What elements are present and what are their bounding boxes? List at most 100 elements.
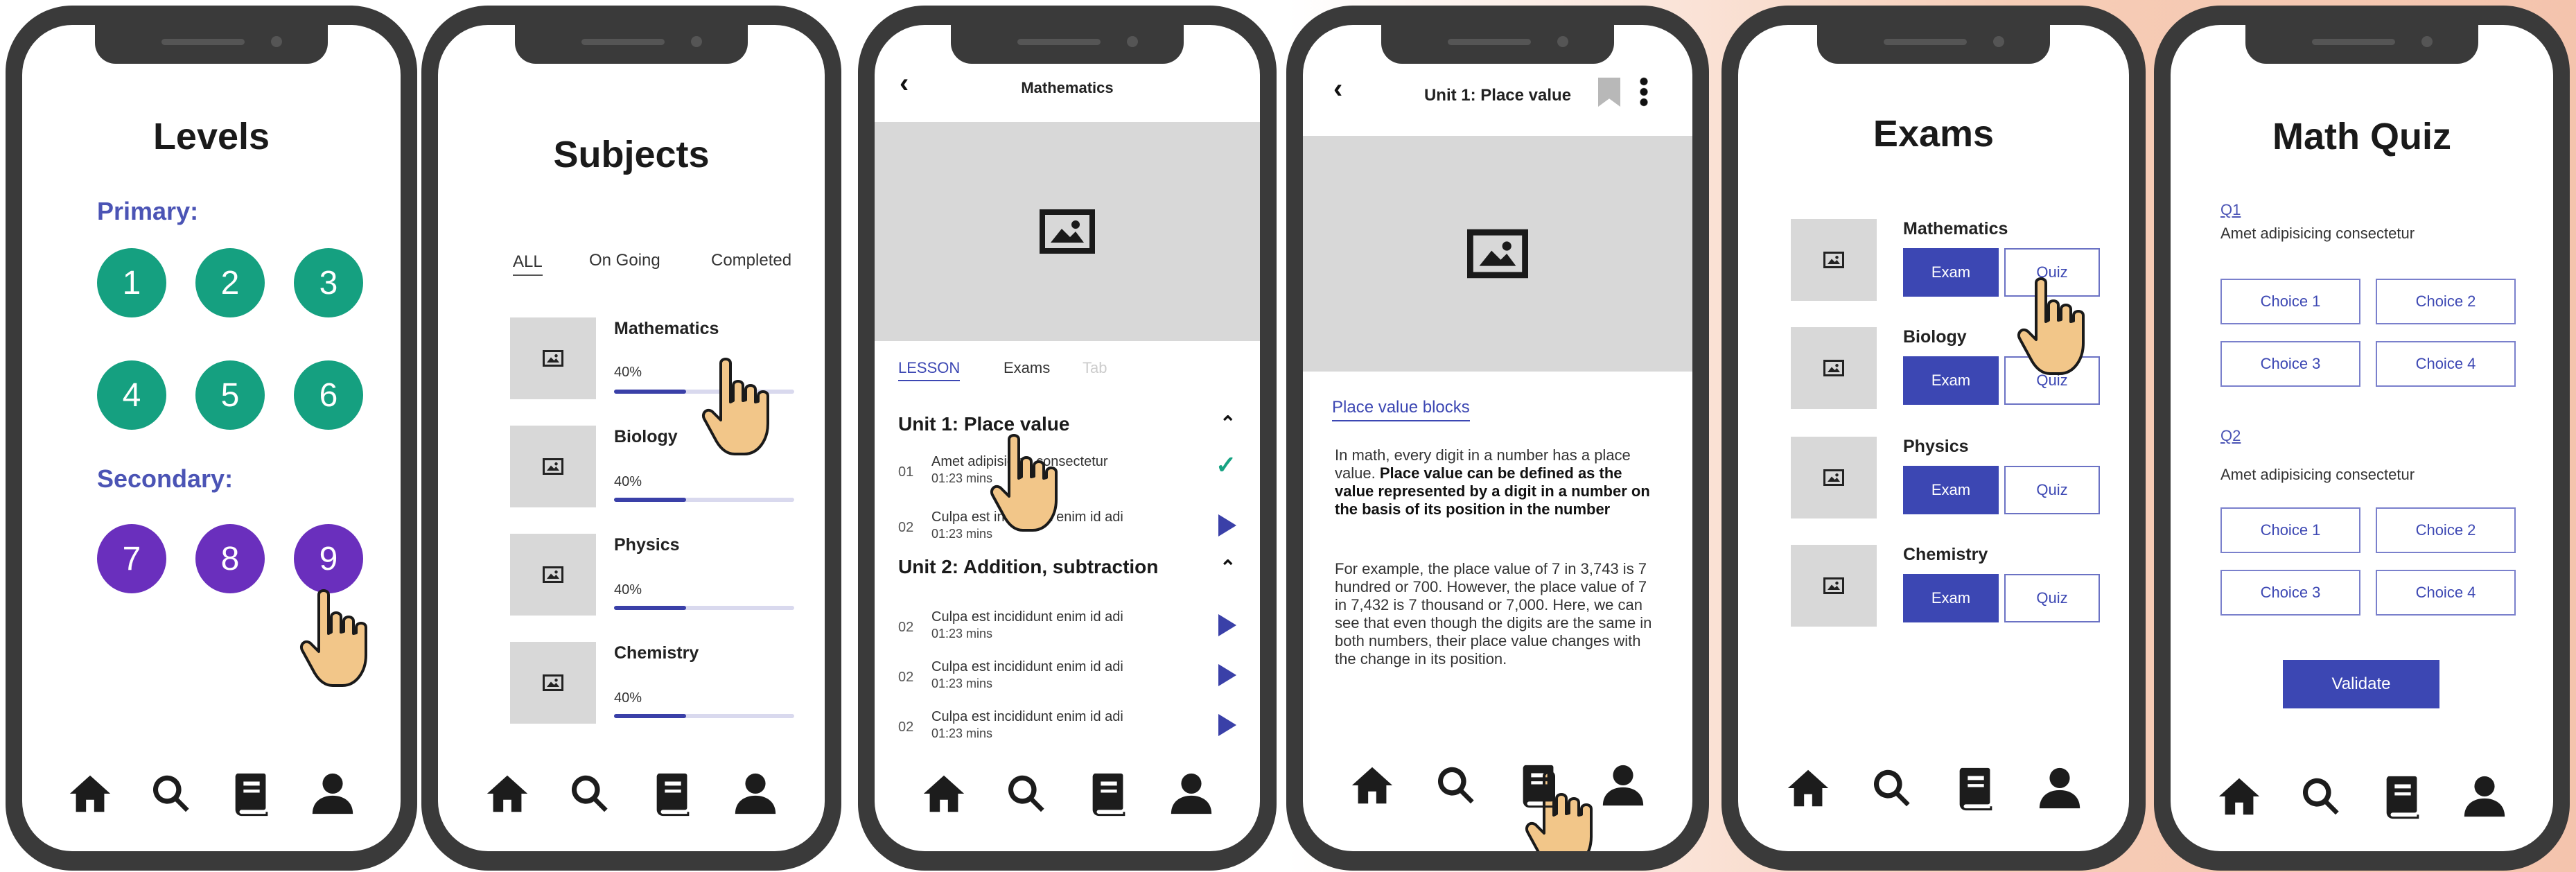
level-button-9[interactable]: 9 — [294, 524, 363, 593]
exam-button[interactable]: Exam — [1903, 466, 1999, 514]
tab-exams[interactable]: Exams — [1004, 359, 1050, 377]
home-icon[interactable] — [66, 769, 114, 818]
book-icon[interactable] — [2378, 772, 2427, 821]
subject-progress: 40% — [614, 474, 642, 489]
tab-completed[interactable]: Completed — [711, 251, 791, 270]
notch — [515, 25, 748, 64]
pointer-hand-icon — [298, 586, 374, 690]
search-icon[interactable] — [566, 769, 614, 818]
play-icon[interactable] — [1218, 514, 1236, 537]
quiz-button[interactable]: Quiz — [2004, 356, 2100, 405]
choice-button[interactable]: Choice 1 — [2220, 507, 2360, 553]
book-icon[interactable] — [1515, 761, 1563, 810]
level-button-4[interactable]: 4 — [97, 360, 166, 430]
level-button-3[interactable]: 3 — [294, 248, 363, 317]
subject-progress: 40% — [614, 365, 642, 380]
level-button-1[interactable]: 1 — [97, 248, 166, 317]
chevron-up-icon[interactable]: ⌃ — [1220, 412, 1236, 435]
lesson-title: Culpa est incididunt enim id adi — [931, 609, 1123, 625]
choice-button[interactable]: Choice 2 — [2376, 279, 2516, 324]
section-link[interactable]: Place value blocks — [1332, 398, 1470, 421]
play-icon[interactable] — [1218, 714, 1236, 736]
progress-fill — [614, 390, 686, 394]
subject-thumbnail — [510, 534, 596, 616]
image-icon — [543, 458, 563, 475]
lesson-item[interactable]: Culpa est incididunt enim id adi 01:23 mi… — [931, 609, 1123, 642]
user-icon[interactable] — [2460, 772, 2509, 821]
phone-subjects: Subjects ALL On Going Completed Mathemat… — [421, 6, 841, 871]
book-icon[interactable] — [649, 769, 697, 818]
user-icon[interactable] — [1599, 761, 1647, 810]
screen-header: Unit 1: Place value — [1423, 86, 1572, 105]
search-icon[interactable] — [1432, 761, 1480, 810]
image-icon — [1467, 229, 1528, 279]
chevron-up-icon[interactable]: ⌃ — [1220, 556, 1236, 579]
user-icon[interactable] — [1167, 769, 1216, 818]
lesson-item[interactable]: Culpa est incididunt enim id adi 01:23 mi… — [931, 509, 1123, 542]
book-icon[interactable] — [227, 769, 276, 818]
home-icon[interactable] — [483, 769, 532, 818]
level-button-7[interactable]: 7 — [97, 524, 166, 593]
subject-name: Physics — [1903, 437, 1969, 456]
play-icon[interactable] — [1218, 614, 1236, 636]
lesson-item[interactable]: Culpa est incididunt enim id adi 01:23 mi… — [931, 659, 1123, 692]
home-icon[interactable] — [920, 769, 968, 818]
subject-name[interactable]: Chemistry — [614, 643, 699, 663]
level-button-8[interactable]: 8 — [195, 524, 265, 593]
choice-button[interactable]: Choice 1 — [2220, 279, 2360, 324]
tab-third[interactable]: Tab — [1083, 359, 1107, 377]
search-icon[interactable] — [2297, 772, 2345, 821]
tab-all[interactable]: ALL — [513, 252, 543, 276]
image-icon — [1823, 469, 1844, 486]
lesson-number: 02 — [898, 520, 914, 535]
choice-button[interactable]: Choice 2 — [2376, 507, 2516, 553]
choice-button[interactable]: Choice 4 — [2376, 570, 2516, 616]
exam-button[interactable]: Exam — [1903, 248, 1999, 297]
quiz-button[interactable]: Quiz — [2004, 466, 2100, 514]
subject-name[interactable]: Mathematics — [614, 319, 719, 339]
choice-button[interactable]: Choice 4 — [2376, 341, 2516, 387]
user-icon[interactable] — [2035, 764, 2084, 812]
home-icon[interactable] — [2215, 772, 2263, 821]
home-icon[interactable] — [1348, 761, 1396, 810]
quiz-button[interactable]: Quiz — [2004, 574, 2100, 622]
search-icon[interactable] — [1868, 764, 1916, 812]
quiz-button[interactable]: Quiz — [2004, 248, 2100, 297]
unit-title[interactable]: Unit 1: Place value — [898, 413, 1069, 435]
lesson-item[interactable]: Culpa est incididunt enim id adi 01:23 mi… — [931, 708, 1123, 742]
search-icon[interactable] — [147, 769, 195, 818]
page-title: Math Quiz — [2272, 116, 2451, 157]
level-button-5[interactable]: 5 — [195, 360, 265, 430]
validate-button[interactable]: Validate — [2283, 660, 2439, 708]
lesson-item[interactable]: Amet adipisicing consectetur 01:23 mins — [931, 453, 1108, 487]
progress-bar — [614, 606, 794, 610]
subject-name[interactable]: Physics — [614, 535, 680, 555]
tab-ongoing[interactable]: On Going — [589, 251, 660, 270]
search-icon[interactable] — [1002, 769, 1051, 818]
home-icon[interactable] — [1784, 764, 1832, 812]
exam-button[interactable]: Exam — [1903, 574, 1999, 622]
tab-lesson[interactable]: LESSON — [898, 359, 961, 381]
subject-name[interactable]: Biology — [614, 427, 678, 447]
question-number: Q2 — [2220, 427, 2241, 444]
user-icon[interactable] — [731, 769, 780, 818]
book-icon[interactable] — [1952, 764, 2000, 812]
subject-thumbnail — [1791, 327, 1877, 409]
choice-button[interactable]: Choice 3 — [2220, 341, 2360, 387]
book-icon[interactable] — [1085, 769, 1133, 818]
exam-button[interactable]: Exam — [1903, 356, 1999, 405]
lesson-title: Culpa est incididunt enim id adi — [931, 709, 1123, 724]
more-vertical-icon[interactable] — [1640, 76, 1648, 108]
progress-bar — [614, 498, 794, 502]
notch — [2245, 25, 2478, 64]
level-button-2[interactable]: 2 — [195, 248, 265, 317]
level-button-6[interactable]: 6 — [294, 360, 363, 430]
unit-title[interactable]: Unit 2: Addition, subtraction — [898, 556, 1158, 578]
lesson-number: 01 — [898, 464, 914, 480]
choice-button[interactable]: Choice 3 — [2220, 570, 2360, 616]
play-icon[interactable] — [1218, 664, 1236, 686]
question-number: Q1 — [2220, 201, 2241, 218]
screen-levels: Levels Primary: 1 2 3 4 5 6 Secondary: 7… — [22, 25, 401, 851]
user-icon[interactable] — [308, 769, 357, 818]
image-icon — [1823, 577, 1844, 594]
